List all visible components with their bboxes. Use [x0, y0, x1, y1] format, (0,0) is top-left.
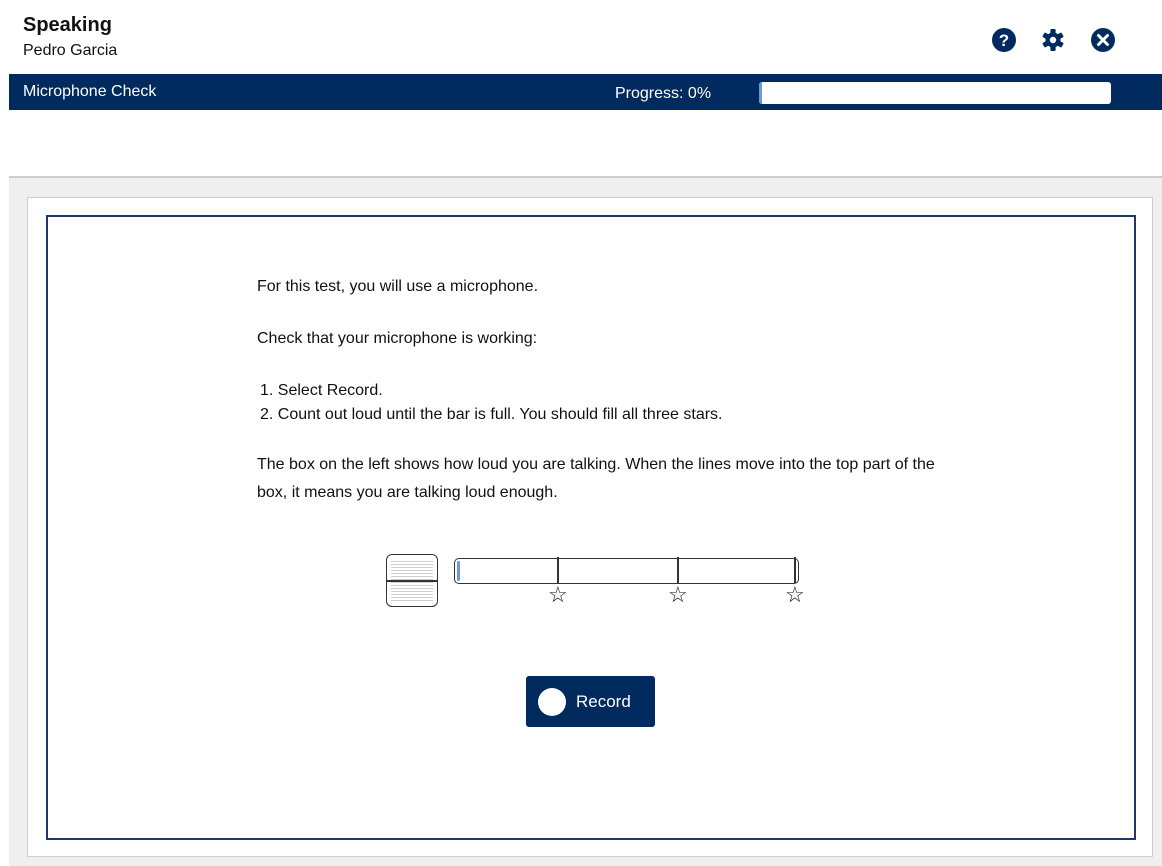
progress-fill: [759, 82, 762, 104]
check-text: Check that your microphone is working:: [257, 330, 538, 347]
app-title: Speaking: [23, 14, 112, 36]
meter-tick: [794, 557, 796, 583]
intro-text: For this test, you will use a microphone…: [257, 278, 539, 295]
volume-level-box: [386, 554, 438, 607]
steps-list: 1. Select Record. 2. Count out loud unti…: [257, 379, 957, 427]
loudness-meter: [454, 557, 799, 584]
volume-threshold-line: [387, 580, 437, 582]
help-icon[interactable]: ?: [991, 27, 1017, 53]
gear-icon[interactable]: [1040, 27, 1066, 53]
step-item: 2. Count out loud until the bar is full.…: [260, 406, 723, 423]
instructions-panel: For this test, you will use a microphone…: [46, 215, 1136, 840]
star-icon: ☆: [785, 582, 805, 607]
meter-tick: [557, 557, 559, 583]
progress-label: Progress: 0%: [615, 85, 712, 102]
top-bar: Speaking Pedro Garcia ?: [0, 0, 1162, 74]
content-card: For this test, you will use a microphone…: [27, 197, 1153, 857]
section-title: Microphone Check: [23, 83, 157, 100]
close-icon[interactable]: [1090, 27, 1116, 53]
explanation-text: The box on the left shows how loud you a…: [257, 456, 935, 501]
step-item: 1. Select Record.: [260, 382, 383, 399]
record-label: Record: [576, 691, 631, 711]
user-name: Pedro Garcia: [23, 42, 118, 59]
progress-bar: [759, 82, 1111, 104]
meter-tick: [677, 557, 679, 583]
star-icon: ☆: [548, 582, 568, 607]
svg-text:?: ?: [999, 31, 1009, 50]
star-icon: ☆: [668, 582, 688, 607]
section-bar: Microphone Check Progress: 0%: [9, 74, 1162, 110]
record-icon: [538, 687, 566, 716]
record-button[interactable]: Record: [526, 676, 655, 727]
meter-fill: [457, 561, 460, 581]
instructions-text: For this test, you will use a microphone…: [257, 275, 957, 507]
